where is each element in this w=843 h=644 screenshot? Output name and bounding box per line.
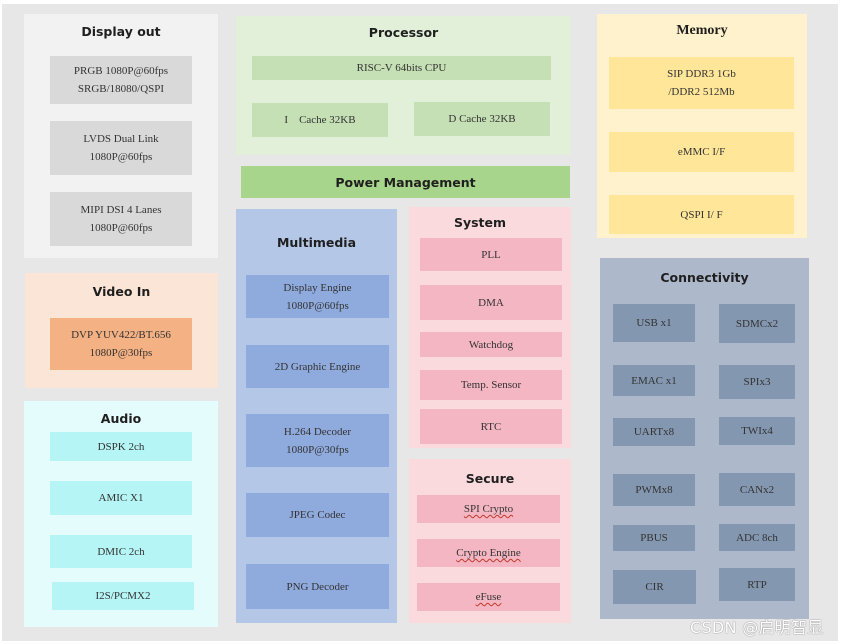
block-line: UARTx8 (633, 426, 675, 438)
audio-block-i2s: I2S/PCMX2 (52, 582, 194, 610)
csdn-watermark: CSDN @启明智显 (690, 618, 824, 637)
block-line: D Cache 32KB (448, 113, 516, 125)
block-line: RTC (480, 420, 502, 433)
block-line: 1080P@60fps (286, 299, 349, 312)
display-out-block-mipi: MIPI DSI 4 Lanes 1080P@60fps (50, 192, 192, 246)
connectivity-block-usb: USB x1 (613, 304, 695, 342)
block-line: CANx2 (739, 483, 775, 496)
connectivity-block-uart: UARTx8 (613, 418, 695, 446)
block-line: eMMC I/F (677, 146, 726, 158)
block-line: H.264 Decoder (283, 425, 352, 438)
block-line: SPI Crypto (463, 503, 514, 515)
multimedia-title: Multimedia (276, 235, 357, 250)
multimedia-block-jpeg: JPEG Codec (246, 493, 389, 537)
display-out-title: Display out (81, 24, 161, 39)
block-line: Display Engine (283, 281, 352, 294)
connectivity-block-adc: ADC 8ch (719, 524, 795, 551)
block-line: Watchdog (468, 338, 514, 351)
video-in-block-dvp: DVP YUV422/BT.656 1080P@30fps (50, 318, 192, 370)
multimedia-block-h264: H.264 Decoder 1080P@30fps (246, 414, 389, 467)
memory-block-emmc: eMMC I/F (609, 132, 794, 172)
block-line: ADC 8ch (736, 531, 778, 544)
block-line: PWMx8 (635, 484, 673, 496)
block-line: SRGB/18080/QSPI (77, 83, 165, 95)
block-line: 1080P@30fps (89, 347, 153, 359)
block-line: I2S/PCMX2 (95, 590, 151, 602)
system-title: System (453, 215, 507, 230)
system-block-temp-sensor: Temp. Sensor (420, 370, 562, 400)
block-line: CIR (645, 581, 664, 593)
connectivity-block-can: CANx2 (719, 473, 795, 506)
block-line: SDMCx2 (735, 317, 779, 330)
block-line: DVP YUV422/BT.656 (71, 329, 171, 341)
block-line: I Cache 32KB (284, 114, 356, 126)
system-block-watchdog: Watchdog (420, 332, 562, 357)
secure-title: Secure (465, 471, 515, 486)
memory-block-qspi: QSPI I/ F (609, 195, 794, 234)
block-line: TWIx4 (741, 425, 773, 437)
block-line: Crypto Engine (456, 547, 521, 559)
display-out-block-lvds: LVDS Dual Link 1080P@60fps (50, 121, 192, 175)
block-line: RISC-V 64bits CPU (356, 62, 447, 74)
block-line: DMA (478, 296, 504, 309)
memory-title: Memory (676, 23, 728, 38)
block-line: SPIx3 (743, 376, 771, 388)
connectivity-block-emac: EMAC x1 (613, 365, 695, 396)
connectivity-block-spi: SPIx3 (719, 365, 795, 399)
block-line: RTP (747, 578, 767, 591)
block-line: eFuse (475, 591, 502, 603)
block-line: 1080P@30fps (286, 443, 349, 456)
video-in-title: Video In (92, 284, 151, 299)
block-line: 2D Graphic Engine (274, 360, 361, 373)
block-line: Temp. Sensor (460, 379, 522, 391)
processor-block-cpu: RISC-V 64bits CPU (252, 56, 551, 80)
system-block-dma: DMA (420, 285, 562, 320)
block-line: PNG Decoder (286, 580, 349, 593)
processor-block-dcache: D Cache 32KB (414, 102, 550, 136)
block-line: PRGB 1080P@60fps (73, 65, 169, 77)
block-line: 1080P@60fps (89, 222, 153, 234)
connectivity-block-rtp: RTP (719, 568, 795, 601)
multimedia-block-display-engine: Display Engine 1080P@60fps (246, 275, 389, 318)
block-line: QSPI I/ F (680, 208, 723, 221)
audio-block-amic: AMIC X1 (50, 481, 192, 515)
connectivity-block-pbus: PBUS (613, 525, 695, 551)
audio-block-dmic: DMIC 2ch (50, 535, 192, 568)
block-line: 1080P@60fps (89, 151, 153, 163)
block-line: PLL (481, 248, 501, 261)
multimedia-block-png: PNG Decoder (246, 564, 389, 609)
block-line: MIPI DSI 4 Lanes (80, 204, 162, 216)
block-line: LVDS Dual Link (83, 133, 159, 145)
secure-block-spi-crypto: SPI Crypto (417, 495, 560, 523)
block-line: AMIC X1 (98, 492, 144, 504)
connectivity-title: Connectivity (660, 270, 749, 285)
audio-block-dspk: DSPK 2ch (50, 432, 192, 461)
block-line: USB x1 (636, 317, 672, 329)
block-line: DSPK 2ch (97, 440, 145, 453)
secure-block-crypto-engine: Crypto Engine (417, 539, 560, 567)
block-line: EMAC x1 (631, 374, 677, 387)
block-line: JPEG Codec (289, 509, 346, 521)
audio-title: Audio (100, 411, 142, 426)
display-out-block-prgb: PRGB 1080P@60fps SRGB/18080/QSPI (50, 56, 192, 104)
system-block-pll: PLL (420, 238, 562, 271)
connectivity-block-twi: TWIx4 (719, 417, 795, 445)
system-block-rtc: RTC (420, 409, 562, 444)
block-line: /DDR2 512Mb (668, 86, 735, 98)
block-line: SIP DDR3 1Gb (667, 68, 736, 80)
connectivity-block-cir: CIR (613, 570, 696, 604)
block-line: PBUS (640, 532, 668, 544)
processor-block-icache: I Cache 32KB (252, 103, 388, 137)
multimedia-block-2d-graphic: 2D Graphic Engine (246, 345, 389, 388)
connectivity-block-pwm: PWMx8 (613, 474, 695, 506)
memory-block-ddr: SIP DDR3 1Gb /DDR2 512Mb (609, 57, 794, 109)
power-management-block: Power Management (241, 166, 570, 198)
connectivity-block-sdmc: SDMCx2 (719, 304, 795, 343)
block-line: DMIC 2ch (97, 545, 145, 558)
secure-block-efuse: eFuse (417, 583, 560, 611)
processor-title: Processor (368, 25, 439, 40)
